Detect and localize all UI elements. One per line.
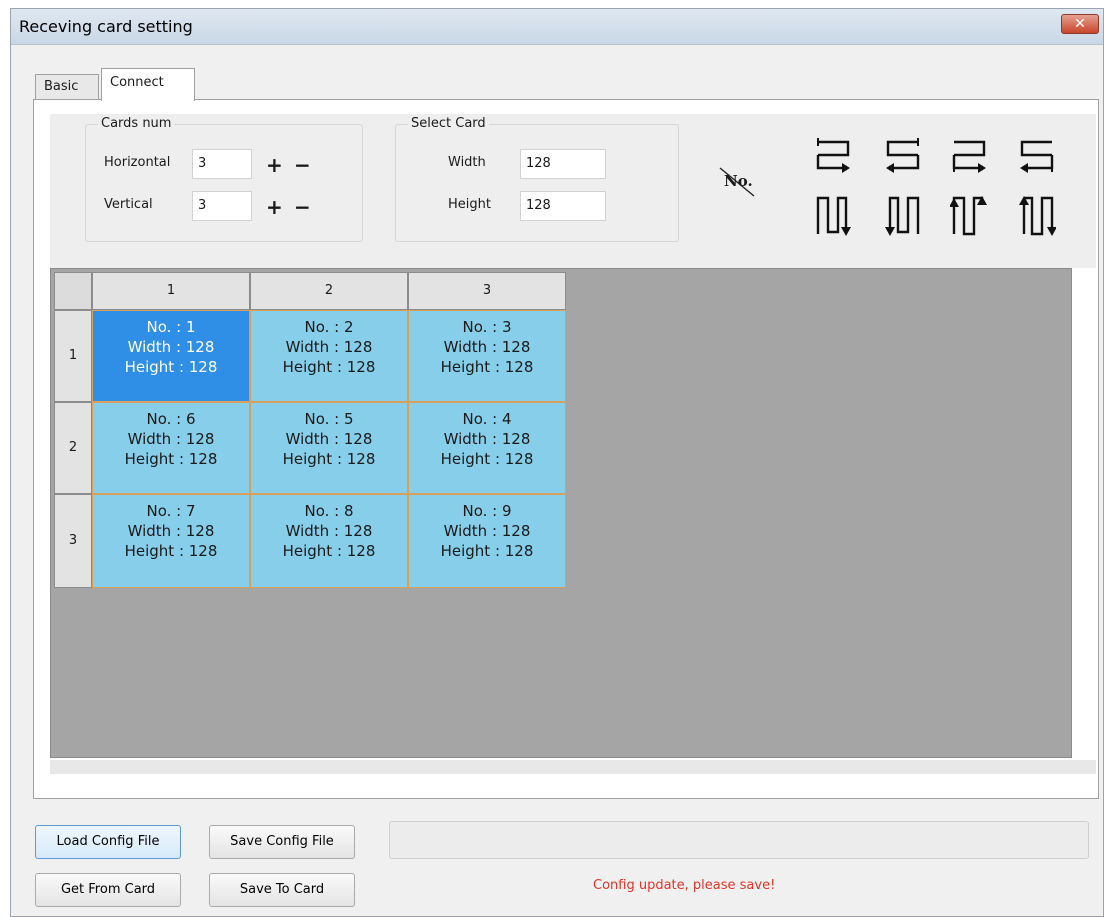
row-header-1[interactable]: 1	[54, 310, 92, 402]
row-header-3[interactable]: 3	[54, 494, 92, 588]
card-width: Width : 128	[127, 522, 215, 540]
card-cell[interactable]: No. : 7 Width : 128 Height : 128	[92, 494, 250, 588]
card-width: Width : 128	[443, 338, 531, 356]
card-width: Width : 128	[285, 338, 373, 356]
window-title: Receving card setting	[19, 17, 193, 36]
card-height: Height : 128	[124, 358, 218, 376]
card-cell[interactable]: No. : 5 Width : 128 Height : 128	[250, 402, 408, 494]
snake-up-reverse-icon[interactable]	[1016, 194, 1057, 242]
select-card-group: Select Card Width 128 Height 128	[395, 116, 679, 242]
card-width: Width : 128	[127, 430, 215, 448]
connect-tab-panel: Cards num Horizontal 3 + − Vertical 3 + …	[33, 99, 1099, 799]
grid-corner-header	[54, 272, 92, 310]
status-message: Config update, please save!	[593, 878, 776, 893]
card-cell[interactable]: No. : 1 Width : 128 Height : 128	[92, 310, 250, 402]
card-no: No. : 1	[146, 318, 196, 336]
col-header-3[interactable]: 3	[408, 272, 566, 310]
card-no: No. : 7	[146, 502, 196, 520]
card-height: Height : 128	[282, 450, 376, 468]
no-toggle-label: No.	[724, 172, 753, 190]
vertical-minus-button[interactable]: −	[294, 197, 311, 217]
save-to-card-button[interactable]: Save To Card	[209, 873, 355, 907]
load-config-file-button[interactable]: Load Config File	[35, 825, 181, 859]
snake-up-first-icon[interactable]	[949, 194, 990, 242]
col-header-1[interactable]: 1	[92, 272, 250, 310]
config-area: Cards num Horizontal 3 + − Vertical 3 + …	[50, 114, 1096, 268]
card-height: Height : 128	[440, 358, 534, 376]
card-cell[interactable]: No. : 6 Width : 128 Height : 128	[92, 402, 250, 494]
horizontal-label: Horizontal	[104, 155, 171, 170]
card-no: No. : 6	[146, 410, 196, 428]
snake-right-bottom-icon[interactable]	[950, 136, 990, 178]
card-width: Width : 128	[443, 522, 531, 540]
card-height: Height : 128	[440, 450, 534, 468]
card-width-label: Width	[448, 155, 486, 170]
card-height: Height : 128	[282, 358, 376, 376]
close-icon[interactable]: ✕	[1061, 14, 1099, 34]
horizontal-scrollbar[interactable]	[50, 760, 1096, 774]
tab-connect[interactable]: Connect	[101, 68, 195, 101]
card-height-label: Height	[448, 197, 491, 212]
col-header-2[interactable]: 2	[250, 272, 408, 310]
row-header-2[interactable]: 2	[54, 402, 92, 494]
get-from-card-button[interactable]: Get From Card	[35, 873, 181, 907]
card-width: Width : 128	[285, 430, 373, 448]
snake-right-first-icon[interactable]	[814, 136, 854, 178]
tab-basic[interactable]: Basic	[35, 74, 99, 100]
card-width: Width : 128	[443, 430, 531, 448]
card-cell[interactable]: No. : 8 Width : 128 Height : 128	[250, 494, 408, 588]
no-toggle-button[interactable]: No.	[716, 162, 770, 202]
receiving-card-dialog: Receving card setting ✕ Basic Connect Ca…	[10, 8, 1104, 917]
title-bar: Receving card setting ✕	[11, 9, 1103, 45]
card-cell[interactable]: No. : 3 Width : 128 Height : 128	[408, 310, 566, 402]
card-cell[interactable]: No. : 4 Width : 128 Height : 128	[408, 402, 566, 494]
card-height: Height : 128	[282, 542, 376, 560]
select-card-title: Select Card	[408, 116, 489, 131]
card-no: No. : 3	[462, 318, 512, 336]
card-height: Height : 128	[440, 542, 534, 560]
card-grid-area: 1 2 3 1 2 3 No. : 1 Width : 128 Height :…	[50, 268, 1072, 758]
vertical-plus-button[interactable]: +	[266, 197, 283, 217]
snake-left-bottom-icon[interactable]	[1016, 136, 1056, 178]
card-no: No. : 8	[304, 502, 354, 520]
card-cell[interactable]: No. : 2 Width : 128 Height : 128	[250, 310, 408, 402]
cards-num-title: Cards num	[98, 116, 175, 131]
card-cell[interactable]: No. : 9 Width : 128 Height : 128	[408, 494, 566, 588]
card-width: Width : 128	[127, 338, 215, 356]
card-width: Width : 128	[285, 522, 373, 540]
card-no: No. : 9	[462, 502, 512, 520]
snake-down-first-icon[interactable]	[814, 194, 854, 242]
card-no: No. : 2	[304, 318, 354, 336]
cards-num-group: Cards num Horizontal 3 + − Vertical 3 + …	[85, 116, 363, 242]
vertical-input[interactable]: 3	[192, 191, 252, 221]
vertical-label: Vertical	[104, 197, 153, 212]
horizontal-input[interactable]: 3	[192, 149, 252, 179]
card-height: Height : 128	[124, 542, 218, 560]
card-width-input[interactable]: 128	[520, 149, 606, 179]
horizontal-plus-button[interactable]: +	[266, 155, 283, 175]
snake-down-reverse-icon[interactable]	[882, 194, 922, 242]
card-height: Height : 128	[124, 450, 218, 468]
horizontal-minus-button[interactable]: −	[294, 155, 311, 175]
card-no: No. : 4	[462, 410, 512, 428]
save-config-file-button[interactable]: Save Config File	[209, 825, 355, 859]
progress-bar	[389, 821, 1089, 859]
card-height-input[interactable]: 128	[520, 191, 606, 221]
card-no: No. : 5	[304, 410, 354, 428]
snake-left-first-icon[interactable]	[882, 136, 922, 178]
